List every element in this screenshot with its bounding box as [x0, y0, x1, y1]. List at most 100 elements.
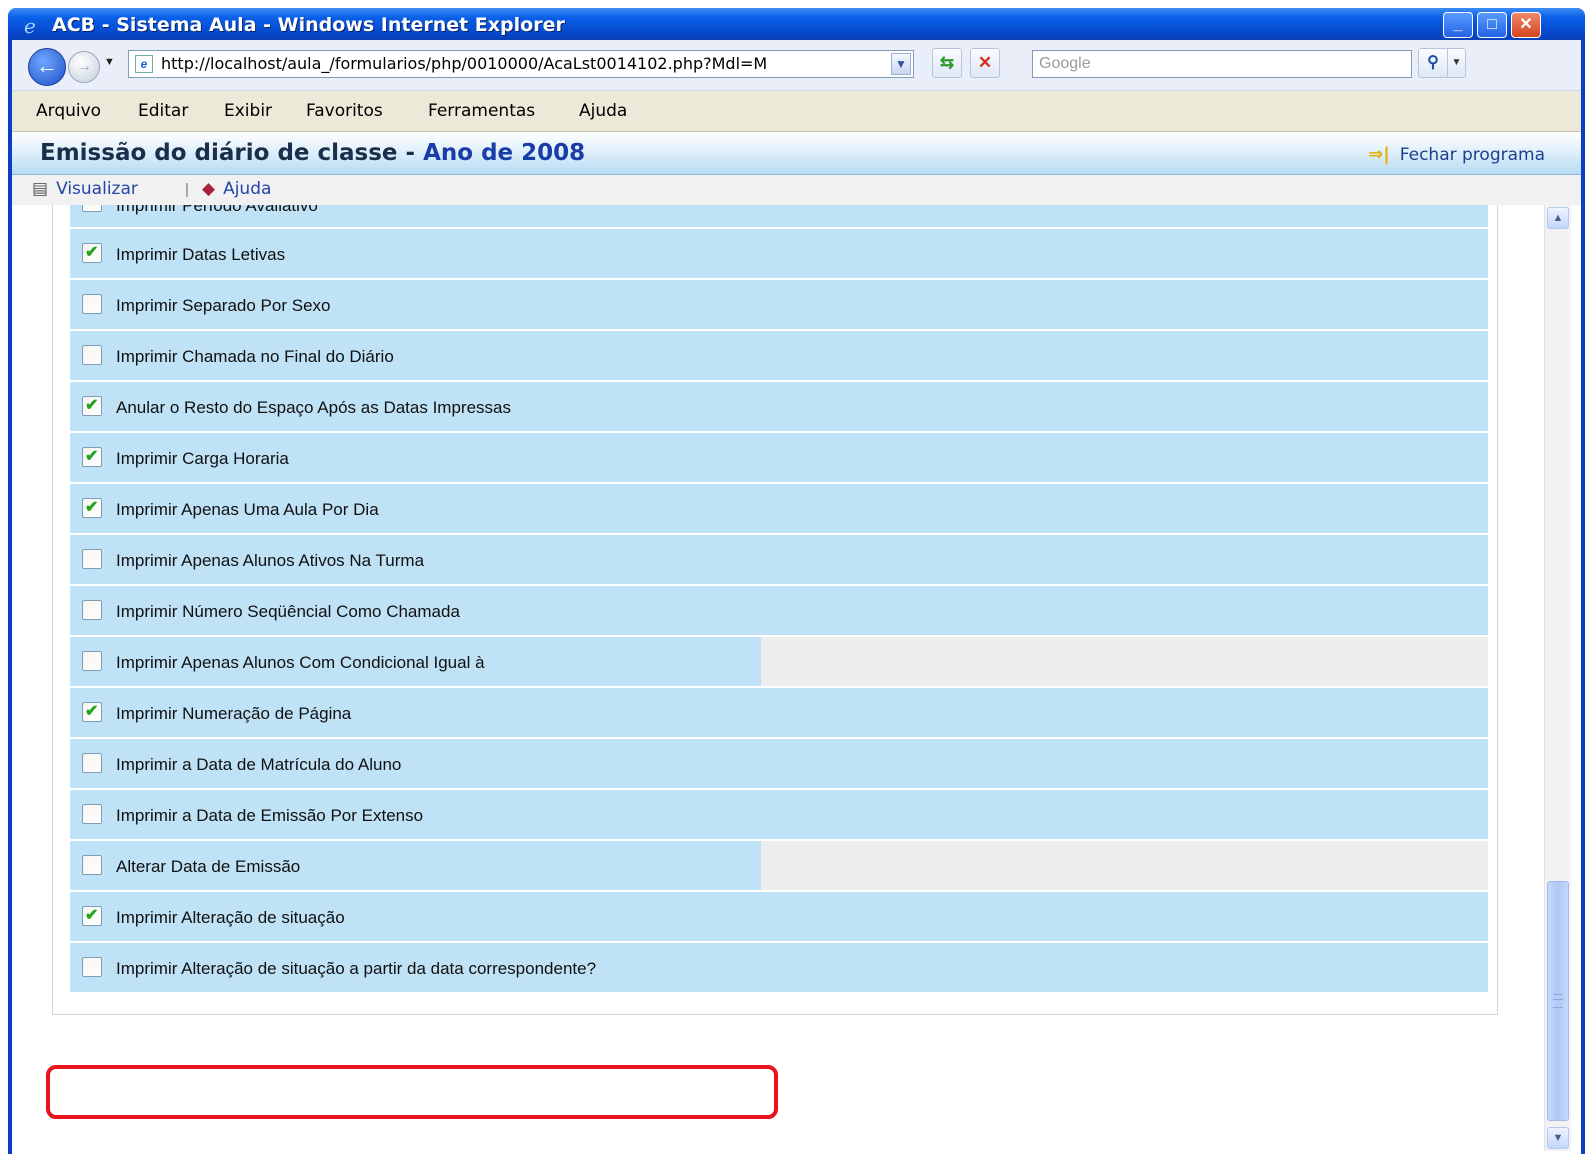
option-label: Imprimir Separado Por Sexo — [116, 296, 331, 315]
close-button[interactable]: ✕ — [1511, 12, 1541, 38]
option-checkbox[interactable] — [82, 957, 102, 977]
menu-arquivo[interactable]: Arquivo — [36, 101, 101, 121]
option-label: Imprimir Período Avaliativo — [116, 205, 318, 215]
option-label: Imprimir Alteração de situação — [116, 908, 345, 927]
view-button[interactable]: ▤ Visualizar — [32, 179, 138, 199]
option-label: Anular o Resto do Espaço Após as Datas I… — [116, 398, 511, 417]
menu-favoritos[interactable]: Favoritos — [306, 101, 383, 121]
option-label: Imprimir Número Seqüêncial Como Chamada — [116, 602, 460, 621]
option-row[interactable]: Imprimir Chamada no Final do Diário — [70, 331, 1488, 380]
option-checkbox[interactable] — [82, 549, 102, 569]
browser-body: ← → ▼ e http://localhost/aula_/formulari… — [12, 40, 1581, 1154]
search-options-dropdown-icon[interactable]: ▼ — [1448, 48, 1466, 78]
option-row[interactable]: Imprimir a Data de Matrícula do Aluno — [70, 739, 1488, 788]
option-label: Imprimir Apenas Alunos Ativos Na Turma — [116, 551, 425, 570]
menu-editar[interactable]: Editar — [138, 101, 188, 121]
view-label: Visualizar — [56, 179, 138, 199]
menu-ferramentas[interactable]: Ferramentas — [428, 101, 535, 121]
option-label: Imprimir Carga Horaria — [116, 449, 289, 468]
content-area: Imprimir Período Avaliativo Imprimir Dat… — [12, 205, 1581, 1151]
help-button[interactable]: ◆ Ajuda — [202, 179, 271, 199]
menu-bar: Arquivo Editar Exibir Favoritos Ferramen… — [12, 91, 1581, 132]
option-label: Imprimir Alteração de situação a partir … — [116, 959, 597, 978]
search-icon[interactable]: ⚲ — [1418, 48, 1448, 78]
option-checkbox[interactable] — [82, 753, 102, 773]
option-row[interactable]: Imprimir Separado Por Sexo — [70, 280, 1488, 329]
option-label: Imprimir Numeração de Página — [116, 704, 352, 723]
option-row[interactable]: Anular o Resto do Espaço Após as Datas I… — [70, 382, 1488, 431]
option-checkbox[interactable] — [82, 345, 102, 365]
browser-window: e ACB - Sistema Aula - Windows Internet … — [8, 8, 1585, 1154]
exit-arrow-icon: ⇒| — [1368, 144, 1390, 165]
option-row[interactable]: Imprimir Apenas Uma Aula Por Dia — [70, 484, 1488, 533]
back-button[interactable]: ← — [28, 48, 66, 86]
option-row[interactable]: Imprimir Numeração de Página — [70, 688, 1488, 737]
option-checkbox[interactable] — [82, 205, 102, 212]
page-toolbar: ▤ Visualizar | ◆ Ajuda — [12, 175, 1581, 205]
menu-exibir[interactable]: Exibir — [224, 101, 272, 121]
print-preview-icon: ▤ — [32, 179, 49, 199]
option-checkbox[interactable] — [82, 905, 102, 926]
maximize-button[interactable]: □ — [1477, 12, 1507, 38]
options-list: Imprimir Período Avaliativo Imprimir Dat… — [70, 205, 1488, 994]
option-checkbox[interactable] — [82, 446, 102, 467]
stop-button[interactable]: ✕ — [970, 48, 1000, 78]
toolbar-separator: | — [185, 181, 189, 198]
option-checkbox[interactable] — [82, 701, 102, 722]
window-title: ACB - Sistema Aula - Windows Internet Ex… — [52, 14, 565, 36]
option-checkbox[interactable] — [82, 395, 102, 416]
ie-logo-icon: e — [24, 14, 36, 38]
option-label: Imprimir a Data de Emissão Por Extenso — [116, 806, 424, 825]
highlight-annotation-box — [46, 1065, 778, 1119]
option-checkbox[interactable] — [82, 804, 102, 824]
close-program-label: Fechar programa — [1399, 145, 1545, 165]
option-row[interactable]: Imprimir a Data de Emissão Por Extenso — [70, 790, 1488, 839]
scrollbar-grip-icon — [1553, 994, 1563, 1008]
search-input[interactable]: Google — [1032, 50, 1412, 78]
address-url[interactable]: http://localhost/aula_/formularios/php/0… — [161, 51, 881, 77]
scroll-down-arrow-icon[interactable]: ▼ — [1547, 1127, 1569, 1149]
option-label: Alterar Data de Emissão — [116, 857, 301, 876]
option-label: Imprimir Chamada no Final do Diário — [116, 347, 394, 366]
option-label: Imprimir Apenas Alunos Com Condicional I… — [116, 653, 485, 672]
option-row[interactable]: Alterar Data de Emissão — [70, 841, 1488, 890]
option-checkbox[interactable] — [82, 600, 102, 620]
option-checkbox[interactable] — [82, 855, 102, 875]
scroll-up-arrow-icon[interactable]: ▲ — [1547, 207, 1569, 229]
page-icon: e — [135, 55, 153, 73]
vertical-scrollbar[interactable]: ▲ ▼ — [1544, 205, 1571, 1151]
page-title: Emissão do diário de classe - Ano de 200… — [40, 140, 585, 166]
option-row[interactable]: Imprimir Apenas Alunos Com Condicional I… — [70, 637, 1488, 686]
title-separator: - — [397, 140, 424, 166]
help-book-icon: ◆ — [202, 179, 216, 199]
year-label: Ano de 2008 — [423, 140, 586, 166]
menu-ajuda[interactable]: Ajuda — [579, 101, 627, 121]
option-row[interactable]: Imprimir Carga Horaria — [70, 433, 1488, 482]
forward-button[interactable]: → — [68, 51, 100, 83]
page-title-text: Emissão do diário de classe — [40, 140, 398, 166]
navigation-bar: ← → ▼ e http://localhost/aula_/formulari… — [12, 40, 1581, 91]
option-label: Imprimir a Data de Matrícula do Aluno — [116, 755, 402, 774]
refresh-button[interactable]: ⇆ — [932, 48, 962, 78]
history-dropdown-icon[interactable]: ▼ — [104, 56, 115, 68]
scrollbar-thumb[interactable] — [1547, 881, 1569, 1121]
option-row[interactable]: Imprimir Período Avaliativo — [70, 205, 1488, 227]
option-row[interactable]: Imprimir Número Seqüêncial Como Chamada — [70, 586, 1488, 635]
app-header: Emissão do diário de classe - Ano de 200… — [12, 132, 1581, 175]
title-bar: e ACB - Sistema Aula - Windows Internet … — [8, 8, 1585, 40]
close-program-link[interactable]: ⇒| Fechar programa — [1368, 144, 1545, 165]
option-checkbox[interactable] — [82, 651, 102, 671]
minimize-button[interactable]: _ — [1443, 12, 1473, 38]
option-row[interactable]: Imprimir Datas Letivas — [70, 229, 1488, 278]
option-checkbox[interactable] — [82, 294, 102, 314]
option-row[interactable]: Imprimir Alteração de situação a partir … — [70, 943, 1488, 992]
help-label: Ajuda — [223, 179, 272, 199]
address-dropdown-icon[interactable]: ▼ — [891, 53, 911, 75]
option-checkbox[interactable] — [82, 497, 102, 518]
option-row[interactable]: Imprimir Alteração de situação — [70, 892, 1488, 941]
option-checkbox[interactable] — [82, 242, 102, 263]
address-bar[interactable]: e http://localhost/aula_/formularios/php… — [128, 50, 914, 78]
option-label: Imprimir Datas Letivas — [116, 245, 286, 264]
option-label: Imprimir Apenas Uma Aula Por Dia — [116, 500, 379, 519]
option-row[interactable]: Imprimir Apenas Alunos Ativos Na Turma — [70, 535, 1488, 584]
